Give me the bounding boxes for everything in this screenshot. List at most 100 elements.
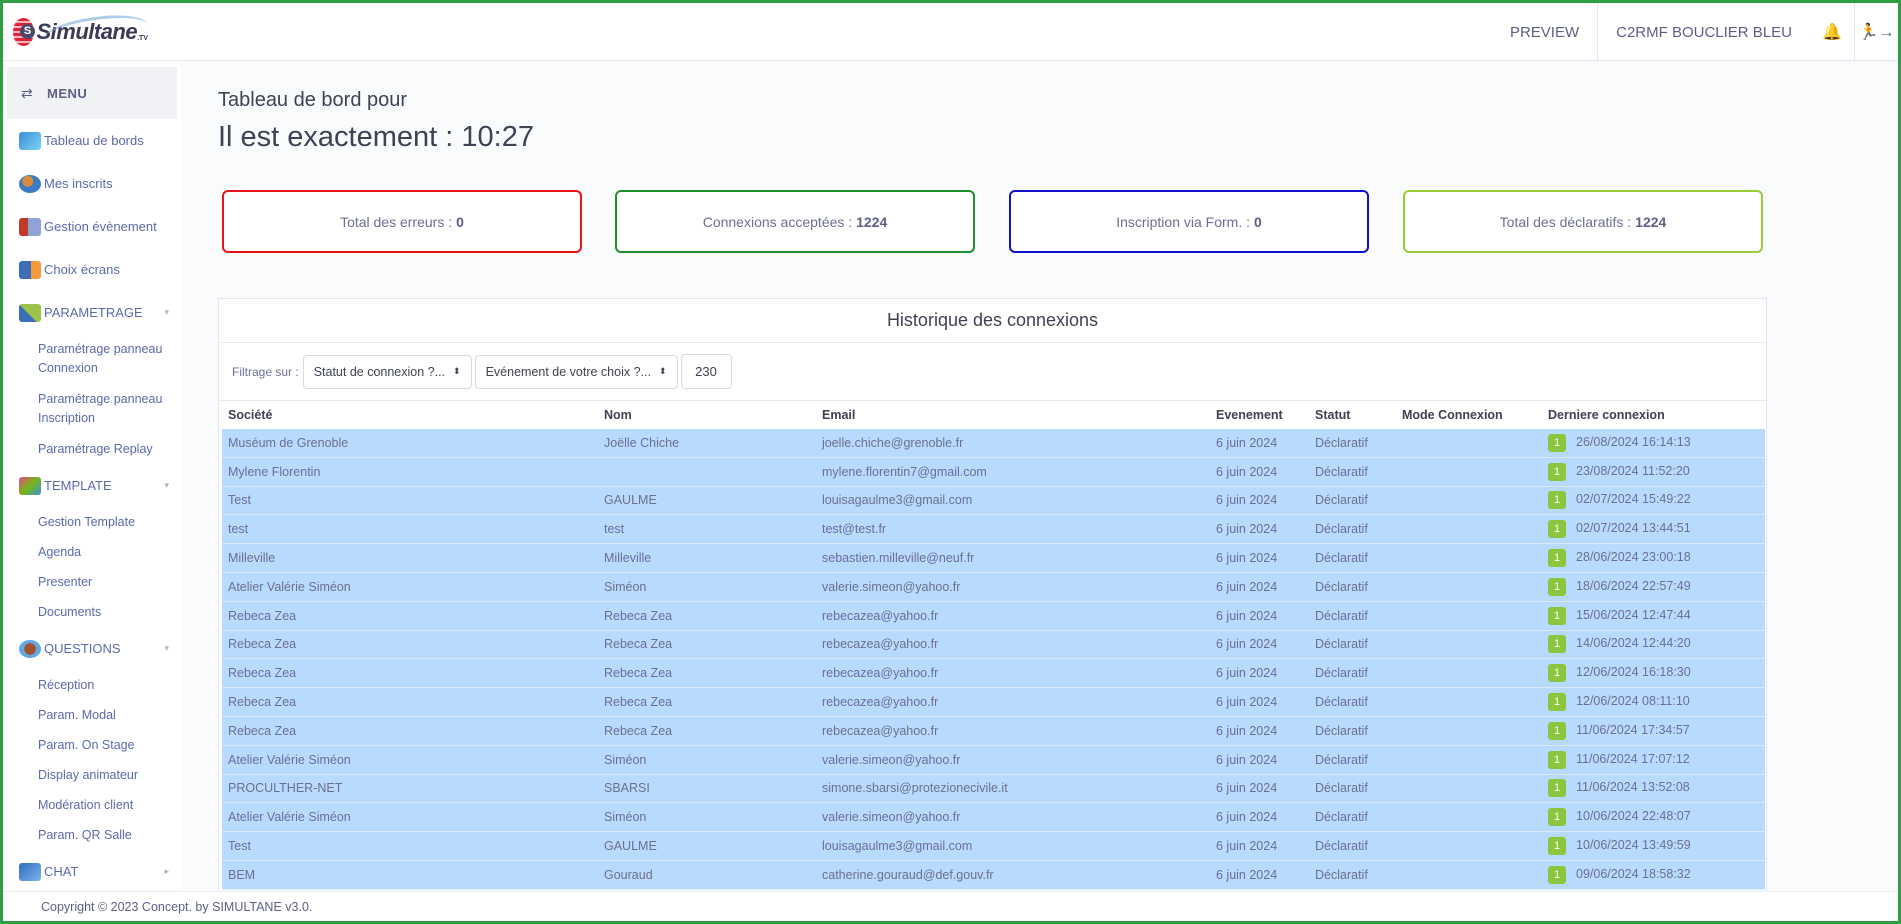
cell-nom: Rebeca Zea (598, 630, 816, 660)
preview-button[interactable]: PREVIEW (1492, 3, 1597, 61)
cell-evenement: 6 juin 2024 (1210, 774, 1309, 804)
cell-statut: Déclaratif (1309, 486, 1396, 516)
count-badge: 1 (1548, 837, 1566, 856)
menu-toggle[interactable]: ⇄ MENU (7, 67, 177, 119)
cell-email: test@test.fr (816, 515, 1210, 545)
cell-nom: Rebeca Zea (598, 601, 816, 631)
cell-mode (1396, 544, 1542, 573)
sidebar-subitem[interactable]: Paramétrage panneau Inscription (3, 384, 181, 434)
column-header[interactable]: Mode Connexion (1396, 401, 1542, 429)
table-row[interactable]: Rebeca Zea Rebeca Zea rebecazea@yahoo.fr 6 … (222, 659, 1765, 689)
cell-derniere: 1 02/07/2024 15:49:22 (1542, 486, 1765, 516)
cell-nom: test (598, 515, 816, 545)
table-row[interactable]: Rebeca Zea Rebeca Zea rebecazea@yahoo.fr 6 … (222, 601, 1765, 631)
brand-logo[interactable]: S Simultane .TV (13, 9, 150, 55)
sidebar-subitem[interactable]: Agenda (3, 537, 181, 567)
sidebar-section-questions[interactable]: QUESTIONS ▾ (3, 627, 181, 670)
table-row[interactable]: Test GAULME louisagaulme3@gmail.com 6 juin … (222, 832, 1765, 861)
sidebar-section-parametrage[interactable]: PARAMETRAGE ▾ (3, 291, 181, 334)
cell-societe: Rebeca Zea (222, 688, 598, 717)
table-row[interactable]: PROCULTHER-NET SBARSI simone.sbarsi@protez… (222, 774, 1765, 804)
sidebar-subitem[interactable]: Paramétrage Replay (3, 434, 181, 464)
stat-card: Total des erreurs :0 (222, 190, 582, 253)
cell-email: sebastien.milleville@neuf.fr (816, 544, 1210, 573)
cell-nom: Milleville (598, 544, 816, 573)
count-badge: 1 (1548, 577, 1566, 596)
cell-email: louisagaulme3@gmail.com (816, 486, 1210, 516)
table-row[interactable]: Test GAULME louisagaulme3@gmail.com 6 juin … (222, 486, 1765, 516)
cell-mode (1396, 486, 1542, 516)
column-header[interactable]: Nom (598, 401, 816, 429)
table-row[interactable]: Mylene Florentin mylene.florentin7@gmail.… (222, 457, 1765, 487)
table-row[interactable]: Atelier Valérie Siméon Siméon valerie.sime… (222, 572, 1765, 602)
table-row[interactable]: test test test@test.fr 6 juin 2024 Déclarati… (222, 515, 1765, 545)
cell-societe: Milleville (222, 544, 598, 573)
sidebar-item-mes-inscrits[interactable]: Mes inscrits (3, 162, 181, 205)
table-row[interactable]: BEM Gouraud catherine.gouraud@def.gouv.fr 6… (222, 860, 1765, 890)
count-badge: 1 (1548, 664, 1566, 683)
cell-societe: Rebeca Zea (222, 659, 598, 689)
sidebar-section-label: TEMPLATE (44, 478, 112, 493)
sidebar-subitem[interactable]: Param. On Stage (3, 730, 181, 760)
cell-mode (1396, 572, 1542, 602)
cell-evenement: 6 juin 2024 (1210, 601, 1309, 631)
column-header[interactable]: Derniere connexion (1542, 401, 1765, 429)
logout-icon[interactable]: 🏃→ (1854, 3, 1898, 61)
table-row[interactable]: Muséum de Grenoble Joëlle Chiche joelle.ch… (222, 429, 1765, 458)
sidebar-subitem[interactable]: Paramétrage panneau Connexion (3, 334, 181, 384)
cell-societe: Muséum de Grenoble (222, 429, 598, 458)
stat-value: 0 (1254, 213, 1262, 230)
cell-statut: Déclaratif (1309, 832, 1396, 861)
cell-email: rebecazea@yahoo.fr (816, 601, 1210, 631)
cell-derniere: 1 10/06/2024 22:48:07 (1542, 803, 1765, 833)
sidebar-item-gestion-v-nement[interactable]: Gestion évènement (3, 205, 181, 248)
cell-derniere: 1 11/06/2024 17:34:57 (1542, 716, 1765, 746)
cell-evenement: 6 juin 2024 (1210, 630, 1309, 660)
table-row[interactable]: Atelier Valérie Siméon Siméon valerie.sime… (222, 803, 1765, 833)
column-header[interactable]: Société (222, 401, 598, 429)
cell-statut: Déclaratif (1309, 745, 1396, 775)
table-row[interactable]: Rebeca Zea Rebeca Zea rebecazea@yahoo.fr 6 … (222, 716, 1765, 746)
sidebar-item-label: Tableau de bords (44, 133, 144, 148)
table-row[interactable]: Milleville Milleville sebastien.milleville… (222, 544, 1765, 573)
cell-derniere: 1 26/08/2024 16:14:13 (1542, 429, 1765, 458)
cell-mode (1396, 630, 1542, 660)
bell-icon[interactable]: 🔔 (1810, 3, 1854, 61)
sidebar-section-chat[interactable]: CHAT ▸ (3, 850, 181, 893)
account-menu[interactable]: C2RMF BOUCLIER BLEU (1597, 3, 1810, 61)
status-select[interactable]: Statut de connexion ?... ⬍ (302, 354, 472, 389)
sidebar-subitem[interactable]: Param. Modal (3, 700, 181, 730)
cell-email: valerie.simeon@yahoo.fr (816, 572, 1210, 602)
table-row[interactable]: Atelier Valérie Siméon Siméon valerie.sime… (222, 745, 1765, 775)
sidebar-subitem[interactable]: Display animateur (3, 760, 181, 790)
sidebar-subitem[interactable]: Modération client (3, 790, 181, 820)
chevron-down-icon: ▾ (164, 480, 169, 490)
last-connection-date: 02/07/2024 15:49:22 (1576, 492, 1691, 507)
sidebar-item-tableau-de-bords[interactable]: Tableau de bords (3, 119, 181, 162)
column-header[interactable]: Evenement (1210, 401, 1309, 429)
stat-label: Connexions acceptées : (702, 213, 853, 230)
history-title: Historique des connexions (219, 299, 1766, 343)
chevron-down-icon: ▾ (164, 643, 169, 653)
sidebar-subitem[interactable]: Documents (3, 597, 181, 627)
cell-email: rebecazea@yahoo.fr (816, 716, 1210, 746)
sidebar-section-template[interactable]: TEMPLATE ▾ (3, 464, 181, 507)
sidebar-subitem[interactable]: Presenter (3, 567, 181, 597)
last-connection-date: 14/06/2024 12:44:20 (1576, 636, 1691, 651)
cell-societe: Atelier Valérie Siméon (222, 572, 598, 602)
sidebar-item-choix-crans[interactable]: Choix écrans (3, 248, 181, 291)
sidebar-subitem[interactable]: Réception (3, 670, 181, 700)
cell-societe: Rebeca Zea (222, 716, 598, 746)
sidebar-subitem[interactable]: Gestion Template (3, 507, 181, 537)
table-row[interactable]: Rebeca Zea Rebeca Zea rebecazea@yahoo.fr 6 … (222, 630, 1765, 660)
cell-derniere: 1 11/06/2024 17:07:12 (1542, 745, 1765, 775)
cell-evenement: 6 juin 2024 (1210, 429, 1309, 458)
table-row[interactable]: Rebeca Zea Rebeca Zea rebecazea@yahoo.fr 6 … (222, 688, 1765, 717)
column-header[interactable]: Statut (1309, 401, 1396, 429)
event-select[interactable]: Evénement de votre choix ?... ⬍ (474, 354, 678, 389)
main-content: Tableau de bord pour Il est exactement :… (181, 61, 1898, 891)
column-header[interactable]: Email (816, 401, 1210, 429)
cell-derniere: 1 28/06/2024 23:00:18 (1542, 544, 1765, 573)
cell-nom: SBARSI (598, 774, 816, 804)
sidebar-subitem[interactable]: Param. QR Salle (3, 820, 181, 850)
